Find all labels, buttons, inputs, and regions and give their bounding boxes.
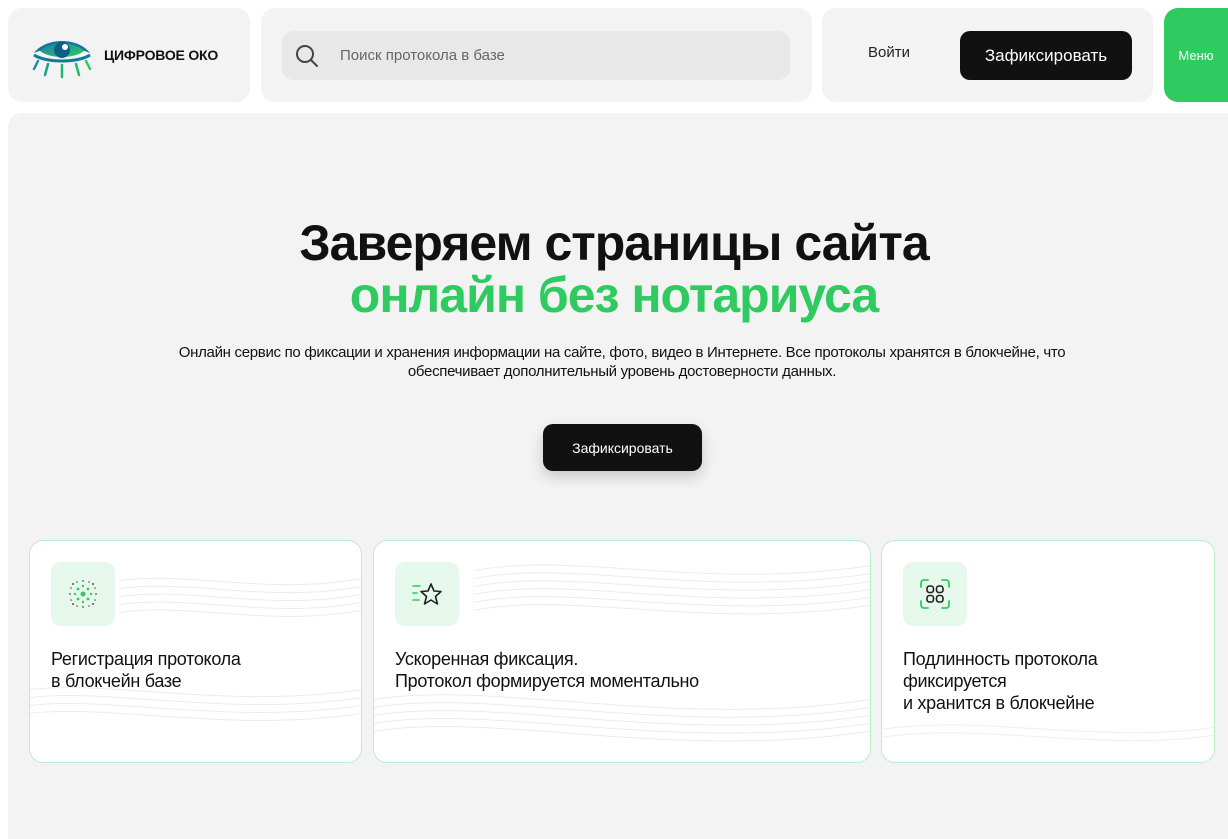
feature-card-fast-fixation: Ускоренная фиксация. Протокол формируетс…: [373, 540, 871, 763]
search-bar[interactable]: [282, 31, 790, 80]
brand-logo-link[interactable]: ЦИФРОВОЕ ОКО: [8, 8, 250, 102]
header-fix-button[interactable]: Зафиксировать: [960, 31, 1132, 80]
feature-icon-box: [903, 562, 967, 626]
eye-logo-icon: [32, 41, 92, 79]
search-input[interactable]: [340, 47, 760, 64]
star-speed-icon: [412, 583, 442, 605]
hero-title-accent: онлайн без нотариуса: [349, 267, 879, 323]
feature-text: Ускоренная фиксация. Протокол формируетс…: [395, 649, 699, 691]
site-header: ЦИФРОВОЕ ОКО Войти Зафиксировать Меню: [0, 8, 1228, 102]
feature-text: Подлинность протокола фиксируется и хран…: [903, 649, 1098, 713]
header-actions: Войти Зафиксировать: [822, 8, 1153, 102]
search-panel: [261, 8, 812, 102]
feature-card-authenticity: Подлинность протокола фиксируется и хран…: [881, 540, 1215, 763]
brand-name: ЦИФРОВОЕ ОКО: [104, 47, 219, 63]
search-icon[interactable]: [294, 43, 320, 69]
feature-card-blockchain-registration: Регистрация протокола в блокчейн базе: [29, 540, 362, 763]
hero-description: Онлайн сервис по фиксации и хранения инф…: [178, 344, 1066, 380]
menu-button[interactable]: Меню: [1164, 8, 1228, 102]
feature-icon-box: [395, 562, 459, 626]
feature-text: Регистрация протокола в блокчейн базе: [51, 649, 241, 691]
network-dots-icon: [69, 580, 97, 608]
login-link[interactable]: Войти: [868, 44, 910, 61]
hero-fix-button[interactable]: Зафиксировать: [543, 424, 702, 471]
hero-section: Заверяем страницы сайта онлайн без нотар…: [8, 113, 1228, 839]
scan-frame-icon: [920, 579, 950, 609]
feature-icon-box: [51, 562, 115, 626]
hero-title: Заверяем страницы сайта: [299, 215, 929, 271]
